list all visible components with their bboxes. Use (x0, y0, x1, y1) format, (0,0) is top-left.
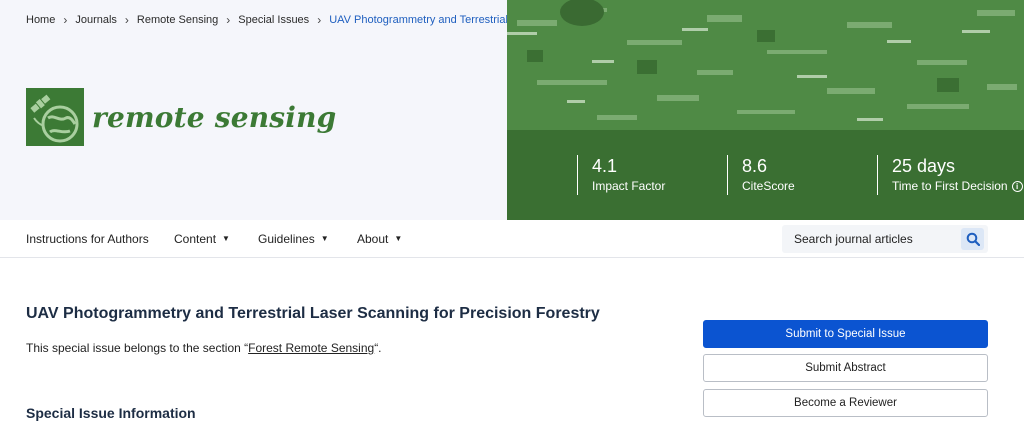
impact-factor-label: Impact Factor (592, 179, 666, 193)
search-icon (966, 232, 980, 246)
nav-content[interactable]: Content ▼ (174, 232, 230, 246)
impact-factor-stat: 4.1 Impact Factor (577, 155, 665, 195)
citescore-stat: 8.6 CiteScore (727, 155, 795, 195)
section-statement: This special issue belongs to the sectio… (26, 341, 382, 355)
submit-to-special-issue-button[interactable]: Submit to Special Issue (703, 320, 988, 348)
header-left-panel: Home › Journals › Remote Sensing › Speci… (0, 0, 517, 220)
breadcrumb-current[interactable]: UAV Photogrammetry and Terrestrial... (329, 14, 517, 26)
special-issue-information-heading: Special Issue Information (26, 405, 196, 421)
journal-search (782, 225, 988, 253)
time-to-decision-label-row: Time to First Decision i (892, 177, 1023, 195)
chevron-down-icon: ▼ (394, 233, 403, 243)
become-a-reviewer-button[interactable]: Become a Reviewer (703, 389, 988, 417)
nav-item-label: Content (174, 232, 217, 246)
journal-name: remote sensing (92, 100, 337, 134)
search-input[interactable] (782, 225, 958, 253)
nav-item-label: Instructions for Authors (26, 232, 149, 246)
time-to-decision-value: 25 days (892, 156, 956, 176)
info-icon[interactable]: i (1011, 180, 1023, 192)
chevron-right-icon: › (226, 13, 231, 27)
section-prefix: This special issue belongs to the sectio… (26, 341, 249, 355)
nav-item-label: Guidelines (258, 232, 315, 246)
citescore-label: CiteScore (742, 179, 795, 193)
chevron-right-icon: › (63, 13, 68, 27)
citescore-value: 8.6 (742, 156, 768, 176)
submit-abstract-button[interactable]: Submit Abstract (703, 354, 988, 382)
breadcrumb: Home › Journals › Remote Sensing › Speci… (26, 13, 517, 27)
breadcrumb-journals[interactable]: Journals (75, 14, 117, 26)
chevron-right-icon: › (317, 13, 322, 27)
search-button[interactable] (961, 228, 984, 250)
nav-guidelines[interactable]: Guidelines ▼ (258, 232, 329, 246)
breadcrumb-remote-sensing[interactable]: Remote Sensing (137, 14, 218, 26)
time-to-decision-stat: 25 days Time to First Decision i (877, 155, 1023, 195)
impact-factor-value: 4.1 (592, 156, 618, 176)
nav-item-label: About (357, 232, 389, 246)
satellite-globe-icon (26, 88, 84, 146)
nav-instructions-for-authors[interactable]: Instructions for Authors (26, 232, 149, 246)
chevron-down-icon: ▼ (222, 233, 230, 243)
time-to-decision-label: Time to First Decision (892, 179, 1008, 193)
section-link[interactable]: Forest Remote Sensing (248, 341, 374, 355)
journal-logo[interactable]: remote sensing (26, 88, 336, 146)
chevron-down-icon: ▼ (320, 233, 329, 243)
section-suffix: “. (374, 341, 382, 355)
journal-header: Home › Journals › Remote Sensing › Speci… (0, 0, 1024, 220)
special-issue-title: UAV Photogrammetry and Terrestrial Laser… (26, 305, 600, 322)
nav-about[interactable]: About ▼ (357, 232, 402, 246)
chevron-right-icon: › (124, 13, 129, 27)
satellite-imagery (507, 0, 1024, 130)
breadcrumb-home[interactable]: Home (26, 14, 55, 26)
breadcrumb-special-issues[interactable]: Special Issues (238, 14, 309, 26)
